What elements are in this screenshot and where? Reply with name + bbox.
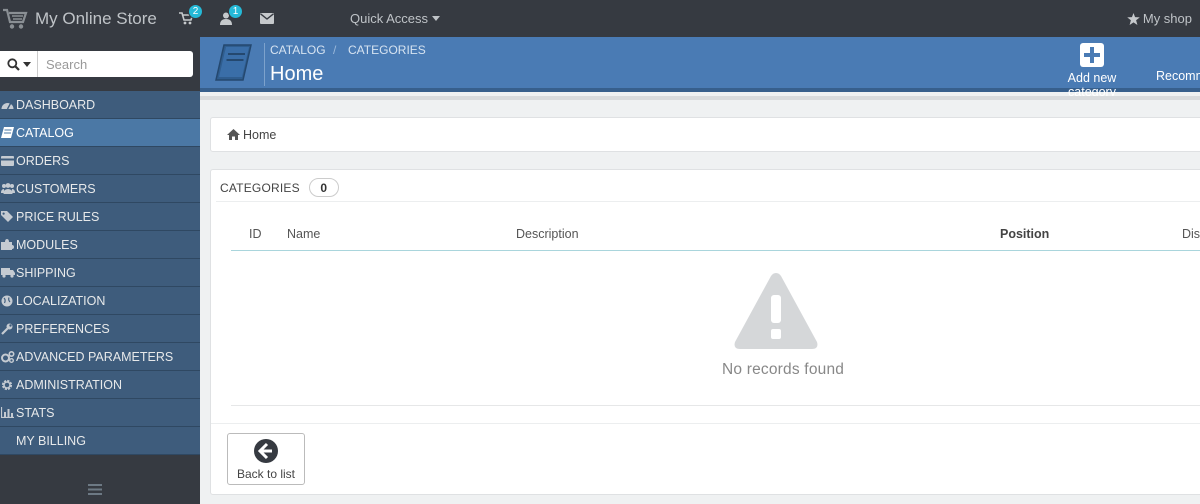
column-header-displayed[interactable]: Dis bbox=[1182, 227, 1200, 241]
sidebar-item-my-billing[interactable]: MY BILLING bbox=[0, 427, 200, 455]
panel-footer-divider bbox=[211, 423, 1200, 424]
breadcrumb-home[interactable]: Home bbox=[243, 128, 276, 142]
book-icon bbox=[214, 44, 252, 85]
breadcrumb-catalog[interactable]: CATALOG bbox=[270, 43, 326, 57]
recommended-modules-button[interactable]: Recomm bbox=[1156, 69, 1200, 83]
breadcrumb-separator: / bbox=[333, 43, 337, 57]
orders-notification[interactable]: 2 bbox=[172, 0, 203, 37]
column-header-name[interactable]: Name bbox=[287, 227, 320, 241]
sidebar: DASHBOARD CATALOG ORDERS CUSTOMERS PRICE… bbox=[0, 37, 200, 504]
categories-header: CATEGORIES 0 bbox=[220, 178, 339, 197]
customers-badge: 1 bbox=[228, 4, 243, 19]
sidebar-item-stats[interactable]: STATS bbox=[0, 399, 200, 427]
sidebar-item-label: MY BILLING bbox=[16, 433, 86, 448]
cart-badge: 2 bbox=[188, 4, 203, 19]
toolbar-divider bbox=[264, 43, 265, 86]
sidebar-item-label: PRICE RULES bbox=[16, 209, 100, 224]
search-input[interactable] bbox=[38, 52, 188, 76]
messages-notification[interactable] bbox=[253, 0, 281, 37]
sidebar-item-orders[interactable]: ORDERS bbox=[0, 147, 200, 175]
sidebar-item-label: ADMINISTRATION bbox=[16, 377, 123, 392]
users-icon bbox=[1, 183, 15, 195]
cogs-icon bbox=[1, 350, 15, 363]
sidebar-item-label: STATS bbox=[16, 405, 55, 420]
puzzle-icon bbox=[1, 239, 15, 251]
page-title: Home bbox=[270, 63, 324, 85]
arrow-circle-left-icon bbox=[254, 439, 278, 463]
no-records-message: No records found bbox=[722, 361, 845, 378]
sidebar-item-label: LOCALIZATION bbox=[16, 293, 106, 308]
shop-logo[interactable]: My Online Store bbox=[0, 0, 170, 37]
sidebar-item-label: ADVANCED PARAMETERS bbox=[16, 349, 174, 364]
sidebar-item-administration[interactable]: ADMINISTRATION bbox=[0, 371, 200, 399]
sidebar-item-catalog[interactable]: CATALOG bbox=[0, 119, 200, 147]
quick-access-dropdown[interactable]: Quick Access bbox=[350, 0, 441, 37]
breadcrumb-categories[interactable]: CATEGORIES bbox=[348, 43, 426, 57]
globe-icon bbox=[1, 295, 15, 307]
sidebar-item-preferences[interactable]: PREFERENCES bbox=[0, 315, 200, 343]
sidebar-item-label: MODULES bbox=[16, 237, 78, 252]
sidebar-item-label: CUSTOMERS bbox=[16, 181, 96, 196]
sidebar-item-localization[interactable]: LOCALIZATION bbox=[0, 287, 200, 315]
sidebar-item-label: DASHBOARD bbox=[16, 97, 96, 112]
menu-collapse-icon[interactable] bbox=[88, 483, 102, 498]
quick-access-label: Quick Access bbox=[350, 11, 429, 26]
sidebar-item-advanced-parameters[interactable]: ADVANCED PARAMETERS bbox=[0, 343, 200, 371]
sidebar-item-shipping[interactable]: SHIPPING bbox=[0, 259, 200, 287]
categories-panel: CATEGORIES 0 ID Name Description Positio… bbox=[210, 169, 1200, 495]
sidebar-item-price-rules[interactable]: PRICE RULES bbox=[0, 203, 200, 231]
caret-down-icon bbox=[22, 61, 31, 67]
wrench-icon bbox=[1, 323, 15, 335]
table-bottom-divider bbox=[231, 405, 1200, 406]
header-divider bbox=[216, 201, 1200, 202]
sidebar-item-label: SHIPPING bbox=[16, 265, 76, 280]
sidebar-item-label: ORDERS bbox=[16, 153, 70, 168]
categories-count-badge: 0 bbox=[308, 178, 339, 197]
page-toolbar: CATALOG / CATEGORIES Home Add new catego… bbox=[200, 37, 1200, 99]
search-type-button[interactable] bbox=[0, 51, 38, 77]
customers-notification[interactable]: 1 bbox=[212, 0, 243, 37]
bar-chart-icon bbox=[1, 407, 15, 419]
credit-card-icon bbox=[1, 155, 15, 167]
search-icon bbox=[6, 57, 20, 71]
categories-heading: CATEGORIES bbox=[220, 180, 300, 195]
back-to-list-button[interactable]: Back to list bbox=[227, 433, 305, 485]
star-icon bbox=[1127, 12, 1140, 25]
blank-icon bbox=[1, 435, 15, 447]
search-box bbox=[0, 51, 193, 77]
dashboard-icon bbox=[1, 99, 15, 111]
tags-icon bbox=[1, 211, 15, 223]
top-bar: My Online Store 2 1 Quick Access My shop bbox=[0, 0, 1200, 37]
back-to-list-label: Back to list bbox=[236, 467, 296, 481]
shop-name: My Online Store bbox=[35, 8, 157, 28]
book-icon bbox=[1, 127, 15, 139]
add-new-category-label: Add new category bbox=[1067, 71, 1117, 99]
truck-icon bbox=[1, 267, 15, 279]
sidebar-menu: DASHBOARD CATALOG ORDERS CUSTOMERS PRICE… bbox=[0, 91, 200, 455]
caret-down-icon bbox=[432, 16, 441, 21]
home-icon bbox=[227, 129, 240, 140]
cog-icon bbox=[1, 379, 15, 391]
envelope-icon bbox=[260, 13, 274, 24]
my-shop-label: My shop bbox=[1142, 11, 1192, 26]
plus-icon bbox=[1080, 43, 1104, 67]
table-header-divider bbox=[231, 250, 1200, 251]
shopping-cart-logo-icon bbox=[0, 0, 30, 37]
category-breadcrumb: Home bbox=[210, 117, 1200, 152]
sidebar-item-label: PREFERENCES bbox=[16, 321, 110, 336]
add-new-category-button[interactable]: Add new category bbox=[1042, 43, 1142, 99]
column-header-position[interactable]: Position bbox=[1000, 227, 1049, 241]
sidebar-item-label: CATALOG bbox=[16, 125, 74, 140]
sidebar-item-modules[interactable]: MODULES bbox=[0, 231, 200, 259]
toolbar-shadow bbox=[200, 96, 1200, 100]
column-header-description[interactable]: Description bbox=[516, 227, 579, 241]
sidebar-item-dashboard[interactable]: DASHBOARD bbox=[0, 91, 200, 119]
column-header-id[interactable]: ID bbox=[249, 227, 262, 241]
my-shop-link[interactable]: My shop bbox=[1127, 0, 1192, 37]
warning-icon bbox=[733, 271, 819, 354]
sidebar-item-customers[interactable]: CUSTOMERS bbox=[0, 175, 200, 203]
